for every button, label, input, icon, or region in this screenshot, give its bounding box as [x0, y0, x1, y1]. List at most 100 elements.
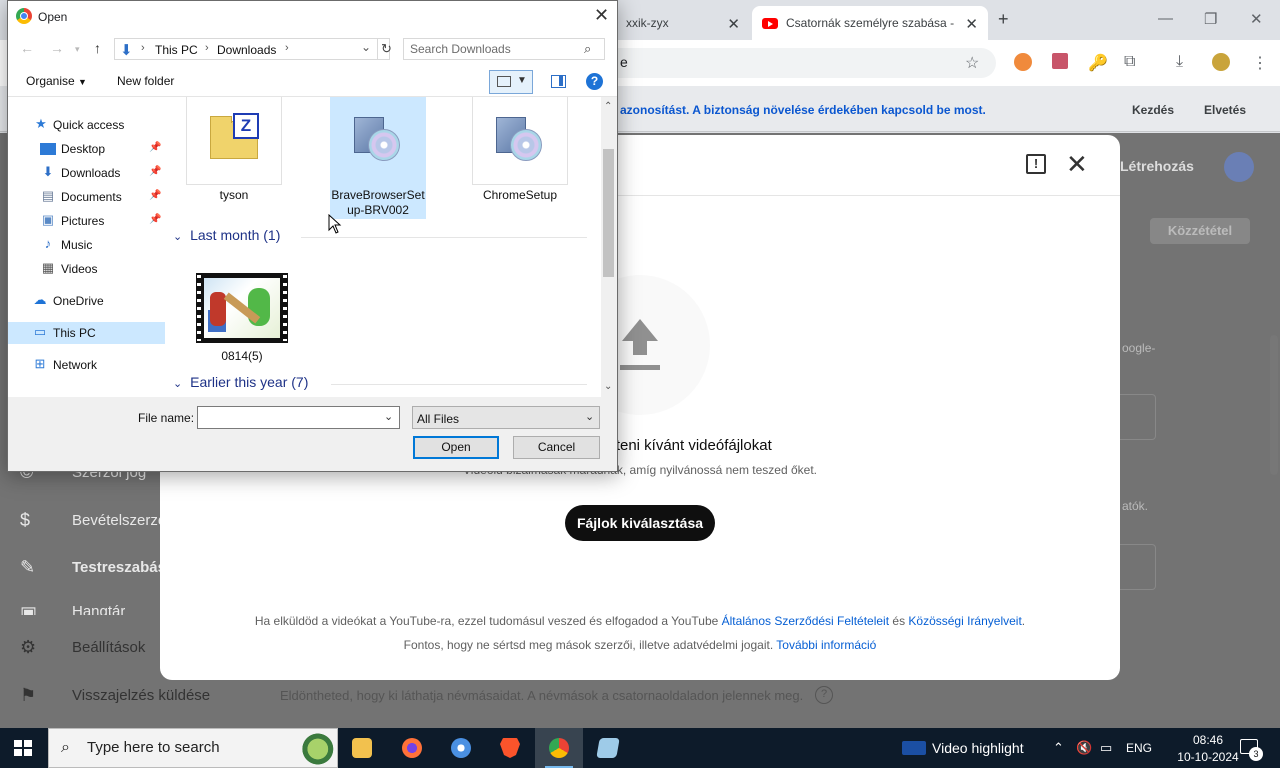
feedback-icon[interactable]: ! [1026, 154, 1046, 174]
sidebar-item-feedback[interactable]: ⚑ Visszajelzés küldése [20, 685, 210, 706]
breadcrumb-downloads[interactable]: Downloads [217, 43, 276, 57]
close-icon[interactable]: ✕ [1066, 149, 1088, 180]
infobar-start-button[interactable]: Kezdés [1132, 103, 1174, 117]
cancel-button[interactable]: Cancel [513, 436, 600, 459]
up-arrow-icon[interactable]: ↑ [94, 40, 101, 56]
pin-icon[interactable]: 📌 [149, 214, 161, 225]
change-view-button[interactable]: ▼ [489, 70, 533, 94]
chevron-right-icon[interactable]: › [205, 42, 209, 54]
chevron-down-icon[interactable]: ⌄ [384, 410, 393, 423]
sidebar-item-settings[interactable]: ⚙ Beállítások [20, 637, 145, 658]
puzzle-icon[interactable]: ⧉ [1124, 53, 1135, 71]
chevron-up-icon[interactable]: ⌃ [1053, 740, 1064, 756]
sidebar-item-downloads[interactable]: ⬇ Downloads 📌 [8, 162, 165, 184]
recent-locations-icon[interactable]: ▾ [75, 44, 80, 55]
scroll-down-icon[interactable]: ⌄ [604, 381, 612, 392]
tab-active[interactable]: Csatornák személyre szabása - ✕ [752, 6, 988, 40]
taskbar-search-input[interactable] [87, 739, 287, 756]
sidebar-item-onedrive[interactable]: ☁ OneDrive [8, 290, 165, 312]
file-name-field[interactable]: ⌄ [197, 406, 400, 429]
create-button[interactable]: Létrehozás [1120, 158, 1194, 174]
sidebar-item-desktop[interactable]: Desktop 📌 [8, 138, 165, 160]
open-button[interactable]: Open [413, 436, 499, 459]
sidebar-item-audio-library[interactable]: ▣ Hangtár [20, 603, 125, 615]
extension-icon[interactable] [1052, 53, 1068, 69]
file-item[interactable]: 0814(5) [194, 273, 290, 365]
sidebar-item-videos[interactable]: ▦ Videos [8, 258, 165, 280]
file-type-select[interactable]: All Files ⌄ [412, 406, 600, 429]
scrollbar-thumb[interactable] [603, 149, 614, 277]
sidebar-item-pictures[interactable]: ▣ Pictures 📌 [8, 210, 165, 232]
clock-time[interactable]: 08:46 [1178, 733, 1238, 747]
sidebar-item-music[interactable]: ♪ Music [8, 234, 165, 256]
help-icon[interactable]: ? [586, 73, 603, 90]
file-item[interactable]: ChromeSetup [472, 97, 568, 209]
breadcrumb[interactable]: ⬇ › This PC › Downloads › ⌄ ↻ [114, 38, 392, 60]
extension-icon[interactable] [1014, 53, 1032, 71]
sidebar-item-customization[interactable]: ✎ Testreszabás [20, 557, 166, 578]
speaker-muted-icon[interactable]: 🔇 [1076, 740, 1092, 756]
back-arrow-icon[interactable]: ← [20, 40, 34, 56]
refresh-icon[interactable]: ↻ [377, 39, 395, 59]
sidebar-item-this-pc[interactable]: ▭ This PC [8, 322, 165, 344]
new-tab-icon[interactable]: + [998, 9, 1009, 30]
file-list-scrollbar[interactable]: ⌃ ⌄ [601, 97, 617, 397]
group-header-earlier[interactable]: ⌄ Earlier this year (7) [173, 374, 308, 390]
publish-button[interactable]: Közzététel [1150, 218, 1250, 244]
pin-icon[interactable]: 📌 [149, 166, 161, 177]
chevron-down-icon[interactable]: ⌄ [585, 410, 594, 423]
restore-icon[interactable]: ❐ [1204, 10, 1217, 28]
network-icon[interactable]: ▭ [1100, 740, 1112, 756]
file-name-input[interactable] [202, 410, 377, 424]
taskbar-search[interactable]: ⌕ [48, 728, 338, 768]
forward-arrow-icon[interactable]: → [50, 40, 64, 56]
profile-icon[interactable] [1212, 53, 1230, 71]
pin-icon[interactable]: 📌 [149, 142, 161, 153]
search-input[interactable] [410, 42, 580, 56]
minimize-icon[interactable]: — [1158, 10, 1173, 27]
page-scrollbar[interactable] [1270, 335, 1278, 475]
dialog-titlebar[interactable]: Open ✕ [8, 1, 617, 32]
close-icon[interactable]: ✕ [727, 15, 740, 33]
sidebar-item-network[interactable]: ⊞ Network [8, 354, 165, 376]
new-folder-button[interactable]: New folder [117, 74, 174, 88]
language-indicator[interactable]: ENG [1126, 741, 1152, 755]
terms-link[interactable]: Általános Szerződési Feltételeit [722, 614, 889, 628]
guidelines-link[interactable]: Közösségi Irányelveit [908, 614, 1021, 628]
close-icon[interactable]: ✕ [594, 5, 609, 26]
firefox-app[interactable] [388, 728, 436, 768]
file-explorer-app[interactable] [338, 728, 386, 768]
scroll-up-icon[interactable]: ⌃ [604, 101, 612, 112]
close-icon[interactable]: ✕ [965, 15, 978, 33]
more-info-link[interactable]: További információ [776, 638, 876, 652]
sidebar-item-monetization[interactable]: $ Bevételszerzés [20, 510, 174, 531]
chevron-right-icon[interactable]: › [285, 42, 289, 54]
video-highlight-label[interactable]: Video highlight [932, 740, 1024, 756]
chromium-app[interactable] [437, 728, 485, 768]
file-item-selected[interactable]: BraveBrowserSet up-BRV002 [330, 97, 426, 219]
brave-app[interactable] [486, 728, 534, 768]
extension-icon[interactable]: 🔑 [1088, 53, 1108, 73]
clock-date[interactable]: 10-10-2024 [1168, 750, 1248, 764]
chevron-down-icon[interactable]: ▼ [517, 75, 527, 86]
file-item[interactable]: Z tyson [186, 97, 282, 209]
sidebar-item-documents[interactable]: ▤ Documents 📌 [8, 186, 165, 208]
breadcrumb-this-pc[interactable]: This PC [155, 43, 198, 57]
menu-dots-icon[interactable]: ⋮ [1252, 53, 1268, 73]
pin-icon[interactable]: 📌 [149, 190, 161, 201]
organise-button[interactable]: Organise ▼ [26, 74, 87, 88]
avatar[interactable] [1224, 152, 1254, 182]
close-window-icon[interactable]: ✕ [1250, 10, 1263, 28]
preview-pane-icon[interactable] [551, 75, 566, 88]
search-icon[interactable]: ⌕ [584, 41, 591, 57]
download-icon[interactable]: ⤓ [1176, 53, 1183, 71]
windows-start-icon[interactable] [14, 740, 32, 756]
search-field[interactable]: ⌕ [403, 38, 605, 60]
chevron-right-icon[interactable]: › [141, 42, 145, 54]
group-header-last-month[interactable]: ⌄ Last month (1) [173, 227, 280, 243]
sidebar-item-quick-access[interactable]: ★ Quick access [8, 114, 165, 136]
select-files-button[interactable]: Fájlok kiválasztása [565, 505, 715, 541]
search-highlight-icon[interactable] [289, 731, 337, 767]
bookmark-star-icon[interactable]: ☆ [965, 53, 979, 73]
chrome-app[interactable] [535, 728, 583, 768]
